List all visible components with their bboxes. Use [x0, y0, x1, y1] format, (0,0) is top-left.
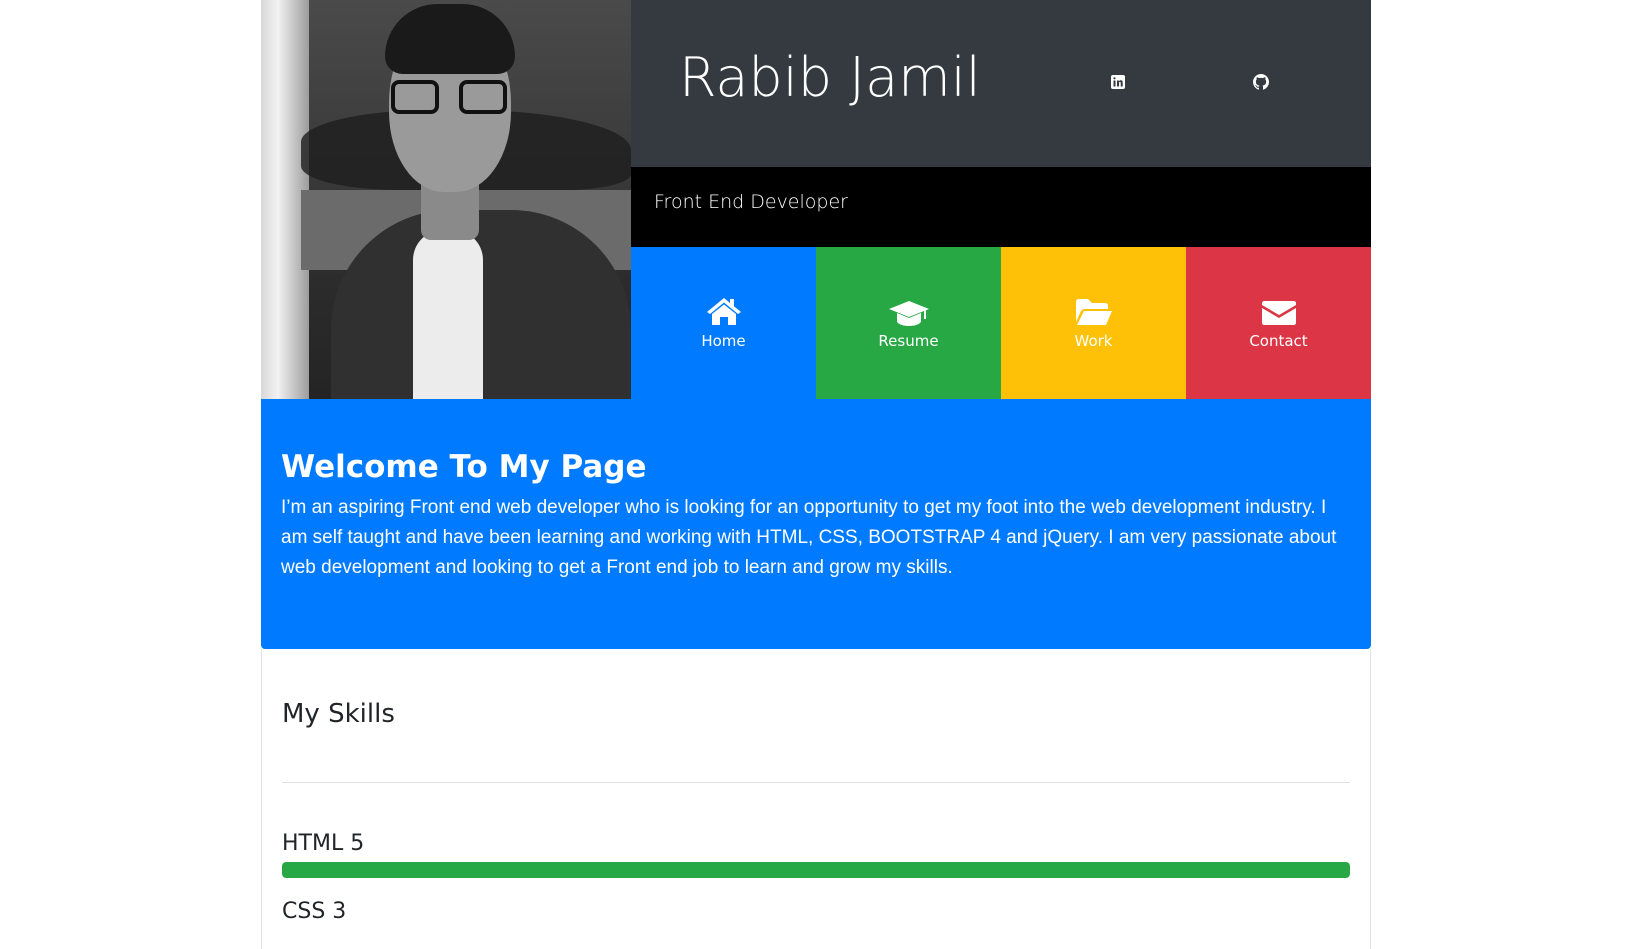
- main-nav: Home Resume Work Contact: [631, 247, 1371, 399]
- subtitle: Front End Developer: [654, 191, 848, 213]
- welcome-heading: Welcome To My Page: [281, 449, 647, 485]
- page-title: Rabib Jamil: [679, 46, 981, 109]
- skill-label: CSS 3: [282, 899, 347, 924]
- hero-right-panel: Rabib Jamil Front End Developer Home Res…: [631, 0, 1371, 399]
- skill-progress-track: [282, 862, 1350, 878]
- profile-photo: [261, 0, 631, 399]
- linkedin-link[interactable]: [1108, 72, 1128, 92]
- welcome-text: I’m an aspiring Front end web developer …: [281, 497, 1337, 578]
- skill-label: HTML 5: [282, 831, 365, 856]
- graduation-cap-icon: [888, 296, 930, 326]
- home-icon: [705, 296, 743, 326]
- skills-section: My Skills HTML 5 CSS 3: [261, 649, 1371, 949]
- nav-home-label: Home: [701, 332, 746, 350]
- skills-heading: My Skills: [282, 699, 395, 729]
- nav-work-label: Work: [1074, 332, 1113, 350]
- github-icon: [1253, 74, 1269, 90]
- skill-html: HTML 5: [282, 831, 1350, 878]
- welcome-section: Welcome To My Page I’m an aspiring Front…: [261, 399, 1371, 649]
- nav-contact[interactable]: Contact: [1186, 247, 1371, 399]
- envelope-icon: [1261, 296, 1296, 326]
- hero-section: Rabib Jamil Front End Developer Home Res…: [261, 0, 1371, 399]
- github-link[interactable]: [1251, 72, 1271, 92]
- subtitle-bar: Front End Developer: [631, 167, 1371, 247]
- skill-progress-bar: [282, 862, 1350, 878]
- nav-resume-label: Resume: [878, 332, 939, 350]
- page-container: Rabib Jamil Front End Developer Home Res…: [261, 0, 1371, 949]
- nav-resume[interactable]: Resume: [816, 247, 1001, 399]
- skill-css: CSS 3: [282, 899, 1350, 924]
- nav-home[interactable]: Home: [631, 247, 816, 399]
- folder-open-icon: [1075, 296, 1113, 326]
- skills-divider: [282, 782, 1350, 783]
- nav-work[interactable]: Work: [1001, 247, 1186, 399]
- title-bar: Rabib Jamil: [631, 0, 1371, 167]
- nav-contact-label: Contact: [1249, 332, 1308, 350]
- linkedin-icon: [1111, 75, 1125, 89]
